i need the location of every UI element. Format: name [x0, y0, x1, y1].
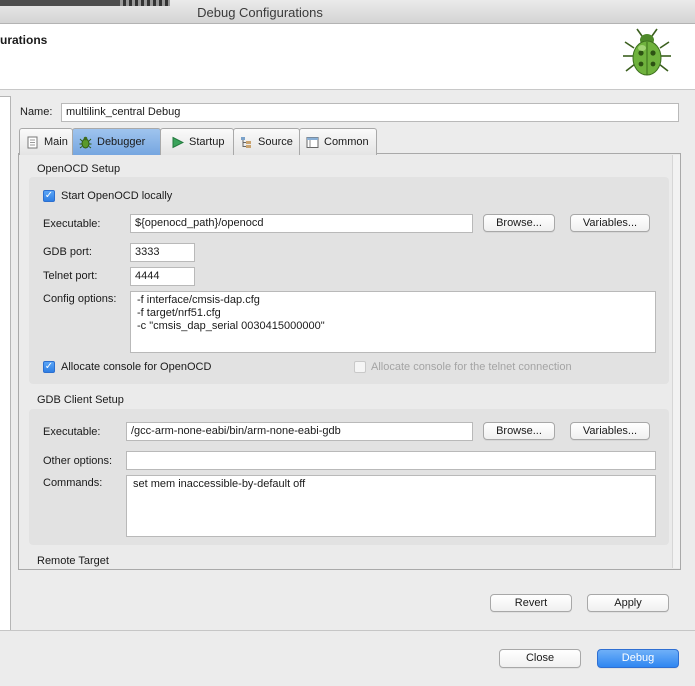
other-options-label: Other options: [43, 455, 113, 467]
tab-debugger-label: Debugger [97, 136, 146, 148]
commands-textarea[interactable]: set mem inaccessible-by-default off [126, 475, 656, 537]
allocate-telnet-console-checkbox[interactable]: Allocate console for the telnet connecti… [354, 361, 572, 373]
name-input[interactable]: multilink_central Debug [61, 103, 679, 122]
gdb-variables-button[interactable]: Variables... [570, 422, 650, 440]
allocate-console-label: Allocate console for OpenOCD [61, 361, 212, 373]
config-line: -f target/nrf51.cfg [137, 307, 221, 319]
tab-common[interactable]: Common [299, 128, 377, 155]
openocd-variables-button[interactable]: Variables... [570, 214, 650, 232]
checkbox-checked-icon: ✓ [43, 190, 55, 202]
gdb-port-input[interactable]: 3333 [130, 243, 195, 262]
tab-source[interactable]: Source [233, 128, 300, 155]
common-icon [306, 136, 319, 148]
bug-icon [79, 136, 92, 148]
openocd-executable-input[interactable]: ${openocd_path}/openocd [130, 214, 473, 233]
tab-startup-label: Startup [189, 136, 225, 148]
configuration-list-panel[interactable] [0, 96, 11, 630]
remote-target-section-title: Remote Target [37, 555, 109, 567]
allocate-telnet-label: Allocate console for the telnet connecti… [371, 361, 572, 373]
start-openocd-locally-checkbox[interactable]: ✓ Start OpenOCD locally [43, 190, 172, 202]
checkbox-checked-icon: ✓ [43, 361, 55, 373]
openocd-browse-button[interactable]: Browse... [483, 214, 555, 232]
tab-startup[interactable]: Startup [160, 128, 234, 155]
debug-button[interactable]: Debug [597, 649, 679, 668]
divider [0, 630, 695, 631]
tab-common-label: Common [324, 136, 369, 148]
document-icon [27, 136, 38, 148]
config-line: -c "cmsis_dap_serial 0030415000000" [137, 320, 325, 332]
name-label: Name: [20, 106, 53, 118]
tab-debugger[interactable]: Debugger [72, 128, 161, 155]
start-openocd-label: Start OpenOCD locally [61, 190, 173, 202]
apply-button[interactable]: Apply [587, 594, 669, 612]
header-banner: urations [0, 24, 695, 90]
gdb-port-label: GDB port: [43, 246, 92, 258]
commands-line: set mem inaccessible-by-default off [133, 478, 306, 490]
tab-source-label: Source [258, 136, 293, 148]
bug-icon [623, 28, 671, 76]
tab-scrollbar[interactable] [672, 155, 680, 568]
checkbox-unchecked-icon [354, 361, 366, 373]
close-button[interactable]: Close [499, 649, 581, 668]
openocd-executable-label: Executable: [43, 218, 101, 230]
telnet-port-input[interactable]: 4444 [130, 267, 195, 286]
revert-button[interactable]: Revert [490, 594, 572, 612]
openocd-section-title: OpenOCD Setup [37, 163, 121, 175]
play-icon [172, 136, 184, 148]
tab-main[interactable]: Main [19, 128, 73, 155]
gdb-client-section-title: GDB Client Setup [37, 394, 124, 406]
gdb-executable-input[interactable]: /gcc-arm-none-eabi/bin/arm-none-eabi-gdb [126, 422, 473, 441]
config-line: -f interface/cmsis-dap.cfg [137, 294, 260, 306]
config-options-label: Config options: [43, 293, 117, 305]
gdb-browse-button[interactable]: Browse... [483, 422, 555, 440]
other-options-input[interactable] [126, 451, 656, 470]
allocate-console-openocd-checkbox[interactable]: ✓ Allocate console for OpenOCD [43, 361, 211, 373]
window-title: Debug Configurations [197, 5, 323, 20]
tab-main-label: Main [44, 136, 68, 148]
source-icon [241, 136, 251, 148]
commands-label: Commands: [43, 477, 103, 489]
telnet-port-label: Telnet port: [43, 270, 98, 282]
banner-title: urations [0, 33, 48, 47]
gdb-executable-label: Executable: [43, 426, 101, 438]
config-options-textarea[interactable]: -f interface/cmsis-dap.cfg -f target/nrf… [130, 291, 656, 353]
